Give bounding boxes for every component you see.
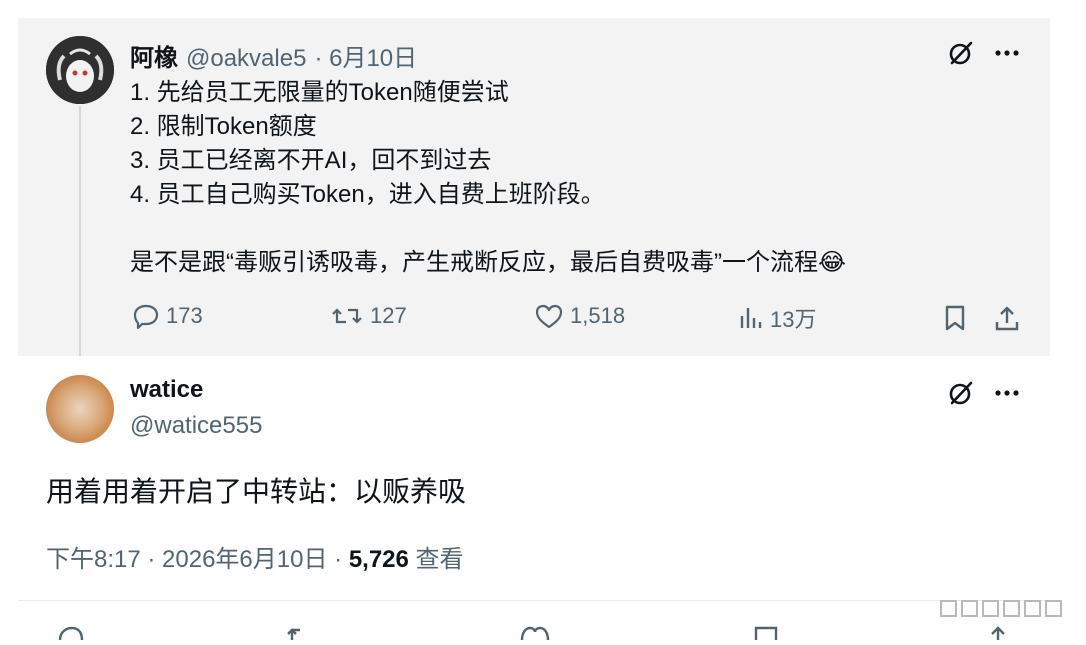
post-line: 2. 限制Token额度 — [130, 113, 317, 140]
bookmark-icon[interactable] — [752, 624, 780, 645]
original-post-header: 阿橡 @oakvale5 · 6月10日 — [130, 38, 417, 73]
post-meta: 下午8:17 · 2026年6月10日 · 5,726 查看 — [46, 539, 464, 574]
avatar[interactable] — [46, 375, 114, 443]
views-label: 查看 — [408, 546, 464, 573]
original-post-text: 1. 先给员工无限量的Token随便尝试 2. 限制Token额度 3. 员工已… — [130, 76, 846, 280]
reply-icon — [133, 304, 159, 330]
views-count: 5,726 — [348, 546, 409, 573]
views-icon — [740, 308, 762, 328]
bookmark-button[interactable] — [940, 302, 970, 334]
share-icon — [995, 306, 1019, 331]
post-line: 3. 员工已经离不开AI，回不到过去 — [130, 147, 492, 174]
watermark — [940, 600, 1062, 617]
repost-icon[interactable] — [284, 624, 320, 645]
reply-icon[interactable] — [56, 624, 86, 645]
view-count: 13万 — [770, 307, 817, 332]
post-date[interactable]: · 6月10日 — [314, 38, 417, 73]
reply-post-text: 用着用着开启了中转站：以贩养吸 — [46, 476, 467, 507]
post-line: 4. 员工自己购买Token，进入自费上班阶段。 — [130, 181, 605, 208]
reply-count: 173 — [166, 303, 203, 328]
like-button[interactable]: 1,518 — [534, 302, 625, 330]
repost-count: 127 — [370, 303, 407, 328]
user-handle[interactable]: @watice555 — [130, 412, 262, 440]
views-button[interactable]: 13万 — [738, 302, 816, 334]
engagement-bar: 173 127 1,518 13万 — [0, 302, 1086, 336]
post-line: 1. 先给员工无限量的Token随便尝试 — [130, 79, 509, 106]
share-button[interactable] — [992, 302, 1022, 334]
like-icon[interactable] — [518, 624, 552, 645]
tweet-thread-page: 阿橡 @oakvale5 · 6月10日 1. 先给员工无限量的Token随便尝… — [0, 0, 1086, 641]
display-name[interactable]: 阿橡 — [130, 38, 178, 73]
like-count: 1,518 — [570, 303, 626, 328]
more-icon[interactable] — [992, 378, 1022, 408]
bookmark-icon — [945, 305, 965, 331]
post-timestamp[interactable]: 下午8:17 · 2026年6月10日 · — [46, 546, 349, 573]
more-icon[interactable] — [992, 38, 1022, 68]
post-line-blank — [130, 212, 846, 246]
grok-icon[interactable] — [946, 38, 976, 68]
avatar[interactable] — [46, 36, 114, 104]
post-line: 是不是跟“毒贩引诱吸毒，产生戒断反应，最后自费吸毒”一个流程😂 — [130, 249, 847, 276]
divider — [18, 600, 1050, 601]
repost-icon — [332, 308, 362, 324]
avatar-image — [46, 36, 114, 104]
share-icon[interactable] — [984, 624, 1012, 645]
display-name[interactable]: watice — [130, 376, 203, 404]
repost-button[interactable]: 127 — [330, 302, 407, 330]
user-handle[interactable]: @oakvale5 — [186, 45, 306, 73]
grok-icon[interactable] — [946, 378, 976, 408]
reply-button[interactable]: 173 — [132, 302, 203, 330]
like-icon — [535, 304, 563, 329]
